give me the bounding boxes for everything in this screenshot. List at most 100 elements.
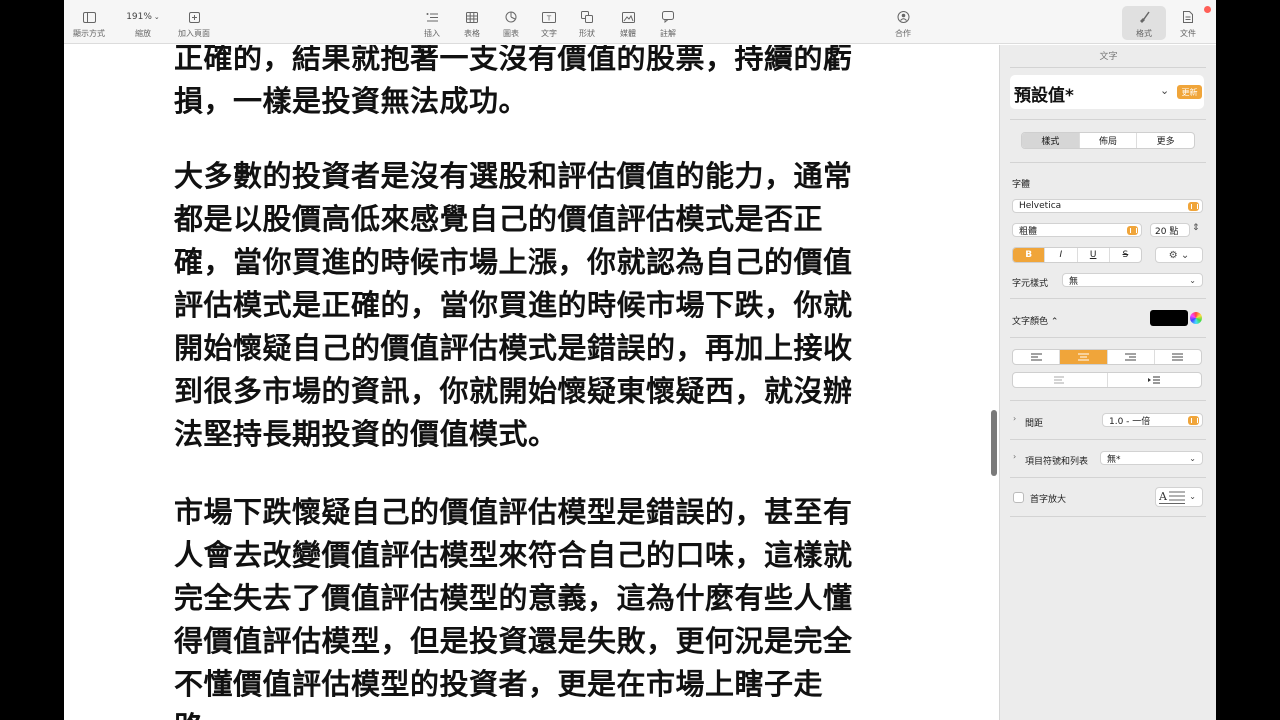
document-button[interactable]: 文件 <box>1163 10 1213 39</box>
bullets-select[interactable]: 無* ⌄ <box>1100 451 1203 465</box>
chevron-down-icon: ⌄ <box>1189 276 1196 285</box>
font-size-value: 20 點 <box>1155 226 1179 237</box>
paragraph-3[interactable]: 市場下跌懷疑自己的價值評估模型是錯誤的，甚至有 人會去改變價值評估模型來符合自己… <box>174 491 894 720</box>
indent-buttons <box>1012 372 1202 388</box>
document-canvas[interactable]: 正確的，結果就抱著一支沒有價值的股票，持續的虧 損，一樣是投資無法成功。 大多數… <box>64 45 999 720</box>
view-label: 顯示方式 <box>73 29 105 38</box>
decrease-indent-icon <box>1053 376 1064 384</box>
table-icon <box>466 10 478 24</box>
format-button[interactable]: 格式 <box>1119 10 1169 39</box>
disclosure-chevron-icon[interactable]: › <box>1013 452 1016 461</box>
add-page-button[interactable]: 加入頁面 <box>169 10 219 39</box>
chart-icon <box>505 10 517 24</box>
alignment-buttons <box>1012 349 1202 365</box>
document-icon <box>1183 10 1193 24</box>
zoom-button[interactable]: 191% ⌄ 縮放 <box>118 10 168 39</box>
media-label: 媒體 <box>620 29 636 38</box>
drop-cap-checkbox[interactable] <box>1013 492 1024 503</box>
tab-layout[interactable]: 佈局 <box>1080 133 1138 148</box>
disclosure-chevron-icon[interactable]: › <box>1013 414 1016 423</box>
font-style-buttons: B I U S <box>1012 247 1142 263</box>
divider <box>1010 400 1206 401</box>
sidebar-icon <box>82 10 96 24</box>
divider <box>1010 337 1206 338</box>
text-line: 得價值評估模型，但是投資還是失敗，更何況是完全 <box>174 624 853 658</box>
text-options-button[interactable]: ⚙ ⌄ <box>1155 247 1203 263</box>
spacing-select[interactable]: 1.0 - 一倍 <box>1102 413 1203 427</box>
table-label: 表格 <box>464 29 480 38</box>
popup-stepper-icon <box>1127 226 1138 235</box>
increase-indent-button[interactable] <box>1108 373 1202 387</box>
document-label: 文件 <box>1180 29 1196 38</box>
chevron-down-icon: ⌄ <box>1189 492 1196 501</box>
zoom-label: 縮放 <box>135 29 151 38</box>
paragraph-2[interactable]: 大多數的投資者是沒有選股和評估價值的能力，通常 都是以股價高低來感覺自己的價值評… <box>174 155 894 456</box>
chart-label: 圖表 <box>503 29 519 38</box>
gear-icon: ⚙ ⌄ <box>1168 249 1190 261</box>
drop-cap-label: 首字放大 <box>1030 495 1067 505</box>
text-line: 市場下跌懷疑自己的價值評估模型是錯誤的，甚至有 <box>174 495 853 529</box>
font-weight-select[interactable]: 粗體 <box>1012 223 1142 237</box>
text-line: 不懂價值評估模型的投資者，更是在市場上瞎子走 <box>174 667 824 701</box>
spacing-value: 1.0 - 一倍 <box>1109 416 1151 427</box>
popup-stepper-icon <box>1188 202 1199 211</box>
comment-icon <box>662 10 674 24</box>
comment-button[interactable]: 註解 <box>643 10 693 39</box>
paintbrush-icon <box>1138 10 1150 24</box>
collaborate-icon <box>897 10 910 24</box>
text-line: 到很多市場的資訊，你就開始懷疑東懷疑西，就沒辦 <box>174 374 853 408</box>
underline-button[interactable]: U <box>1078 248 1110 262</box>
divider <box>1010 298 1206 299</box>
font-weight-value: 粗體 <box>1019 226 1038 237</box>
view-button[interactable]: 顯示方式 <box>64 10 114 39</box>
insert-label: 插入 <box>424 29 440 38</box>
text-color-swatch[interactable] <box>1150 310 1188 326</box>
font-size-field[interactable]: 20 點 <box>1150 223 1190 237</box>
collaborate-label: 合作 <box>895 29 911 38</box>
align-right-icon <box>1125 353 1137 361</box>
comment-label: 註解 <box>660 29 676 38</box>
vertical-scrollbar[interactable] <box>991 410 997 476</box>
italic-button[interactable]: I <box>1045 248 1078 262</box>
tab-style[interactable]: 樣式 <box>1022 133 1080 148</box>
drop-cap-style-select[interactable]: A ⌄ <box>1155 487 1203 507</box>
align-right-button[interactable] <box>1108 350 1155 364</box>
chevron-down-icon: ⌄ <box>1189 454 1196 463</box>
format-inspector: 文字 預設值* ⌄ 更新 樣式 佈局 更多 字體 Helvetica 粗體 20… <box>999 45 1216 720</box>
paragraph-1[interactable]: 正確的，結果就抱著一支沒有價值的股票，持續的虧 損，一樣是投資無法成功。 <box>174 45 894 123</box>
text-line: 法堅持長期投資的價值模式。 <box>174 417 558 451</box>
justify-icon <box>1172 353 1184 361</box>
close-indicator-icon <box>1204 6 1211 13</box>
spacing-label: 間距 <box>1025 419 1044 429</box>
format-label: 格式 <box>1136 29 1152 38</box>
collaborate-button[interactable]: 合作 <box>878 10 928 39</box>
decrease-indent-button[interactable] <box>1013 373 1108 387</box>
update-style-button[interactable]: 更新 <box>1177 85 1202 99</box>
paragraph-style-picker[interactable]: 預設值* ⌄ 更新 <box>1010 75 1204 109</box>
justify-button[interactable] <box>1155 350 1201 364</box>
align-center-button[interactable] <box>1060 350 1108 364</box>
divider <box>1010 477 1206 478</box>
align-left-button[interactable] <box>1013 350 1061 364</box>
bold-button[interactable]: B <box>1013 248 1046 262</box>
font-size-stepper-icon[interactable]: ⇕ <box>1192 223 1200 233</box>
divider <box>1010 516 1206 517</box>
char-style-select[interactable]: 無 ⌄ <box>1062 273 1203 287</box>
svg-text:A: A <box>1159 490 1168 503</box>
inspector-tabs: 樣式 佈局 更多 <box>1021 132 1195 149</box>
pages-window: 顯示方式 191% ⌄ 縮放 加入頁面 插入 表格 圖表 T 文字 形狀 媒體 … <box>64 0 1216 720</box>
svg-text:T: T <box>546 14 552 22</box>
char-style-label: 字元樣式 <box>1012 279 1049 289</box>
tab-more[interactable]: 更多 <box>1137 133 1194 148</box>
media-icon <box>621 10 635 24</box>
textbox-icon: T <box>542 10 556 24</box>
font-family-select[interactable]: Helvetica <box>1012 199 1203 213</box>
divider <box>1010 119 1206 120</box>
add-page-label: 加入頁面 <box>178 29 210 38</box>
color-wheel-icon[interactable] <box>1190 312 1202 324</box>
text-line: 都是以股價高低來感覺自己的價值評估模式是否正 <box>174 202 824 236</box>
divider <box>1010 439 1206 440</box>
text-line: 大多數的投資者是沒有選股和評估價值的能力，通常 <box>174 159 853 193</box>
chevron-down-icon: ⌄ <box>153 13 160 21</box>
strikethrough-button[interactable]: S <box>1110 248 1141 262</box>
